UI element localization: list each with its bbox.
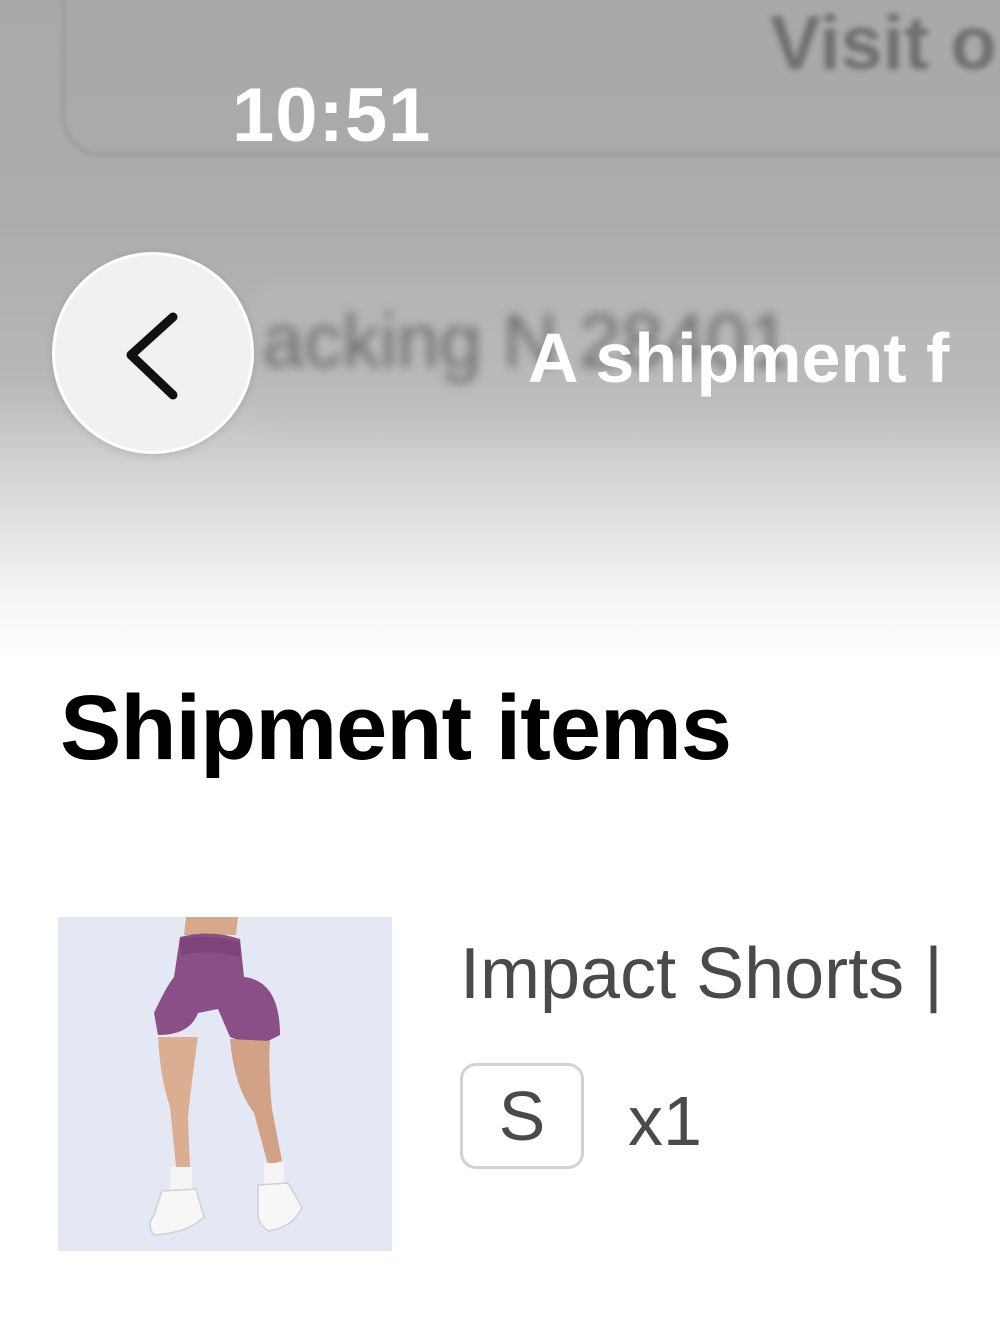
chevron-left-icon [126, 312, 178, 400]
header-title: A shipment f [528, 319, 950, 397]
back-button[interactable] [52, 252, 254, 454]
blurred-visit-text: Visit o [770, 1, 997, 86]
section-heading: Shipment items [60, 677, 732, 779]
product-photo [58, 917, 392, 1251]
status-bar-time: 10:51 [232, 73, 432, 158]
shipment-item[interactable]: Impact Shorts | S x1 [58, 917, 1000, 1251]
size-badge: S [460, 1063, 584, 1169]
item-name: Impact Shorts | [460, 934, 943, 1014]
item-quantity: x1 [628, 1082, 702, 1160]
product-image[interactable] [58, 917, 392, 1251]
